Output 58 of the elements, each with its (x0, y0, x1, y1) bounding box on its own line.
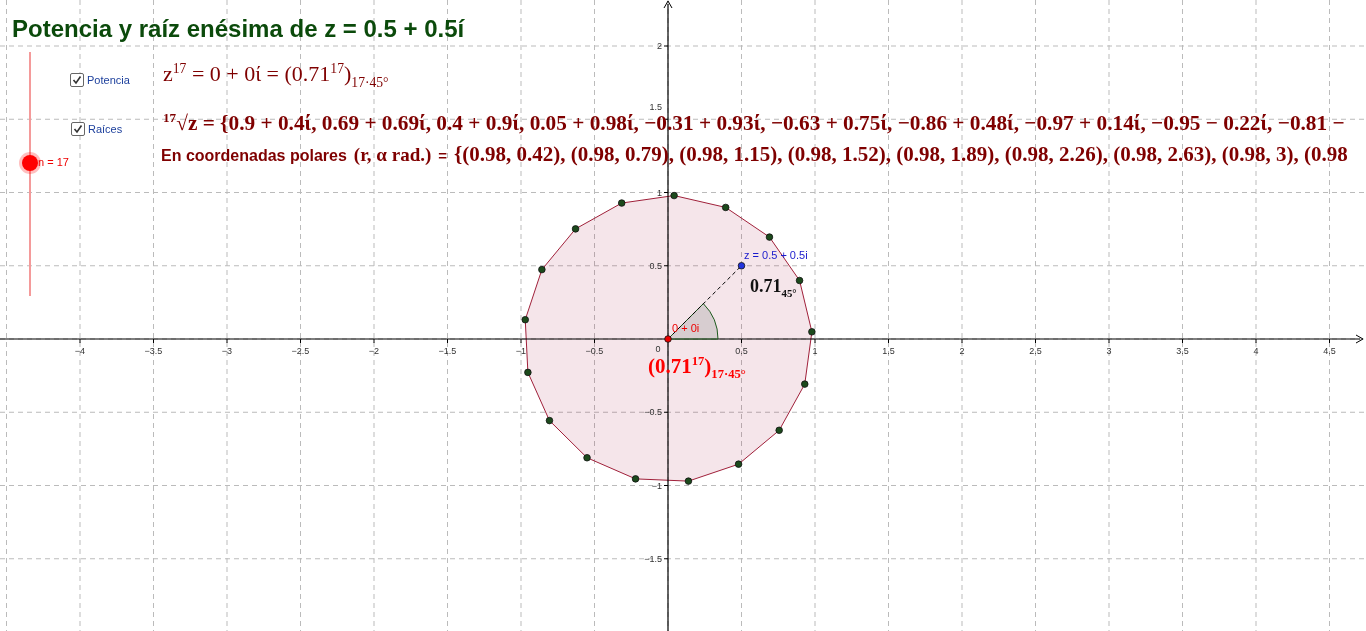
checkbox-label: Raíces (88, 123, 123, 135)
root-point (545, 416, 554, 425)
point-label: z = 0.5 + 0.5i (744, 249, 808, 261)
checkbox[interactable] (70, 73, 84, 87)
modulus-label: 0.71$_{45°}$ (750, 276, 797, 299)
slider-thumb[interactable] (22, 154, 38, 171)
root-point (808, 328, 816, 336)
axis-tick-label: 0 (655, 344, 661, 354)
root-point (734, 460, 743, 468)
axis-tick-label: −0.5 (585, 346, 604, 356)
axis-tick-label: −2 (368, 346, 380, 356)
root-point (524, 368, 532, 377)
root-point (765, 233, 774, 241)
slider-label: n = 17 (38, 155, 69, 168)
origin-point (664, 335, 672, 343)
axis-tick-label: −3 (221, 346, 233, 356)
axis-tick-label: −1.5 (438, 346, 457, 356)
root-point (538, 265, 546, 274)
root-point (521, 316, 529, 324)
axis-tick-label: 3.5 (1176, 346, 1189, 356)
power-formula: z$^{17}$ = 0 + 0ί = (0.71$^{17}$)$_{17·45°}$ (163, 61, 389, 91)
root-point (801, 380, 809, 388)
root-point (571, 225, 580, 233)
axis-tick-label: −3.5 (144, 346, 163, 356)
axis-tick-label: 3 (1106, 346, 1112, 356)
checkbox[interactable] (71, 122, 85, 136)
axis-tick-label: −2.5 (291, 346, 310, 356)
root-point (775, 426, 783, 434)
root-point (583, 454, 591, 462)
axis-tick-label: 1 (657, 187, 662, 198)
root-point (795, 276, 804, 285)
axis-tick-label: 1.5 (649, 102, 662, 113)
polar-caption: En coordenadas polares (161, 147, 347, 165)
axis-tick-label: −4 (74, 346, 86, 356)
axis-tick-label: −1 (515, 346, 527, 356)
polar-pair: (r, α rad.) (353, 144, 432, 166)
z-point (737, 262, 746, 270)
axis-tick-label: 1.5 (882, 346, 895, 356)
root-point (618, 199, 626, 207)
root-point (670, 191, 678, 200)
axis-tick-label: −1.5 (644, 553, 662, 564)
root-point (684, 477, 693, 485)
axis-tick-label: 4 (1253, 346, 1259, 356)
root-point (722, 203, 730, 212)
axis-tick-label: −1 (651, 480, 662, 491)
axis-tick-label: 0.5 (735, 346, 748, 356)
axis-tick-label: −0.5 (644, 407, 662, 418)
axis-tick-label: 4.5 (1323, 346, 1336, 356)
root-point (631, 475, 640, 483)
axis-tick-label: 0.5 (649, 260, 662, 271)
origin-label: 0 + 0i (672, 322, 700, 334)
equals-sign: = (438, 147, 448, 164)
axis-tick-label: 1 (812, 346, 818, 356)
axis-tick-label: 2 (657, 41, 662, 51)
axis-tick-label: 2 (959, 346, 965, 356)
page-title: Potencia y raíz enésima de z = 0.5 + 0.5í (12, 15, 465, 43)
checkbox-label: Potencia (87, 74, 130, 86)
axis-tick-label: 2.5 (1029, 346, 1042, 356)
